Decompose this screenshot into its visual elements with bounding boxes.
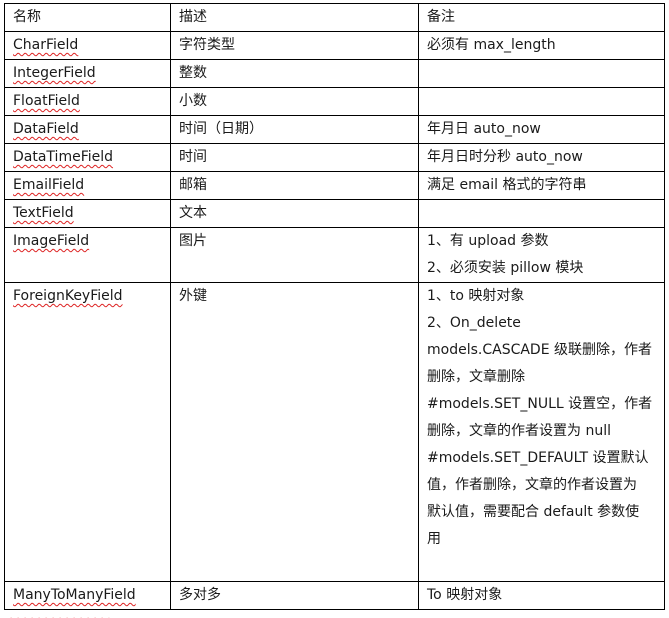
field-name: EmailField — [13, 177, 85, 193]
field-name: IntegerField — [13, 65, 96, 81]
field-note — [418, 59, 665, 88]
note-line: 年月日 auto_now — [427, 121, 541, 137]
header-row: 名称 描述 备注 — [4, 3, 665, 32]
table-body: CharField 字符类型 必须有 max_length IntegerField 整… — [4, 31, 665, 610]
field-name: ManyToManyField — [13, 587, 136, 603]
field-name: DataTimeField — [13, 149, 114, 165]
note-line: 值，作者删除，文章的作者设置为 — [427, 477, 637, 493]
note-line: 2、必须安装 pillow 模块 — [427, 260, 584, 276]
note-line: 1、有 upload 参数 — [427, 233, 549, 249]
field-description: 多对多 — [170, 581, 419, 610]
field-description: 字符类型 — [170, 31, 419, 60]
note-line: #models.SET_NULL 设置空，作者 — [427, 396, 653, 412]
field-description: 邮箱 — [170, 171, 419, 200]
field-types-table: 名称 描述 备注 CharField 字符类型 必须有 max_length Inte… — [4, 3, 665, 610]
note-line: #models.SET_DEFAULT 设置默认 — [427, 450, 649, 466]
note-line: 2、On_delete — [427, 315, 521, 331]
field-note — [418, 199, 665, 228]
field-name-cell: ForeignKeyField — [4, 282, 171, 582]
field-note: 年月日 auto_now — [418, 115, 665, 144]
field-note — [418, 87, 665, 116]
field-name-cell: CharField — [4, 31, 171, 60]
table-row: CharField 字符类型 必须有 max_length — [4, 31, 665, 60]
field-description: 整数 — [170, 59, 419, 88]
cut-off-text-fragment: ​ — [6, 603, 110, 618]
field-name-cell: DataField — [4, 115, 171, 144]
table-row: DataField 时间（日期） 年月日 auto_now — [4, 115, 665, 144]
field-description: 时间 — [170, 143, 419, 172]
table-row: ImageField 图片 1、有 upload 参数 2、必须安装 pillow 模… — [4, 227, 665, 283]
field-note: 满足 email 格式的字符串 — [418, 171, 665, 200]
note-line: 用 — [427, 531, 441, 547]
table-row: FloatField 小数 — [4, 87, 665, 116]
field-name-cell: TextField — [4, 199, 171, 228]
header-note: 备注 — [418, 3, 665, 32]
field-name: ForeignKeyField — [13, 288, 123, 304]
table-row: IntegerField 整数 — [4, 59, 665, 88]
note-line: 必须有 max_length — [427, 37, 556, 53]
field-description: 小数 — [170, 87, 419, 116]
field-note: 1、有 upload 参数 2、必须安装 pillow 模块 — [418, 227, 665, 283]
table-row: DataTimeField 时间 年月日时分秒 auto_now — [4, 143, 665, 172]
field-name: ImageField — [13, 233, 90, 249]
header-name: 名称 — [4, 3, 171, 32]
table-row: ForeignKeyField 外键 1、to 映射对象 2、On_deletemod… — [4, 282, 665, 582]
field-name: FloatField — [13, 93, 80, 109]
note-line: 年月日时分秒 auto_now — [427, 149, 583, 165]
header-description: 描述 — [170, 3, 419, 32]
field-note: 必须有 max_length — [418, 31, 665, 60]
table-row: EmailField 邮箱 满足 email 格式的字符串 — [4, 171, 665, 200]
field-description: 外键 — [170, 282, 419, 582]
note-line: 删除，文章删除 — [427, 369, 525, 385]
note-line: To 映射对象 — [427, 587, 503, 603]
field-name-cell: FloatField — [4, 87, 171, 116]
field-description: 文本 — [170, 199, 419, 228]
field-name: DataField — [13, 121, 79, 137]
field-name-cell: EmailField — [4, 171, 171, 200]
field-name-cell: DataTimeField — [4, 143, 171, 172]
note-line: 删除，文章的作者设置为 null — [427, 423, 611, 439]
field-description: 时间（日期） — [170, 115, 419, 144]
field-name-cell: IntegerField — [4, 59, 171, 88]
table-row: TextField 文本 — [4, 199, 665, 228]
note-line: 默认值，需要配合 default 参数使 — [427, 504, 640, 520]
field-note: 1、to 映射对象 2、On_delete models.CASCADE 级联删除，… — [418, 282, 665, 582]
note-line: 1、to 映射对象 — [427, 288, 525, 304]
note-line: models.CASCADE 级联删除，作者 — [427, 342, 653, 358]
field-description: 图片 — [170, 227, 419, 283]
field-name-cell: ImageField — [4, 227, 171, 283]
field-note: To 映射对象 — [418, 581, 665, 610]
note-line: 满足 email 格式的字符串 — [427, 177, 587, 193]
field-name: CharField — [13, 37, 79, 53]
field-note: 年月日时分秒 auto_now — [418, 143, 665, 172]
field-name: TextField — [13, 205, 74, 221]
